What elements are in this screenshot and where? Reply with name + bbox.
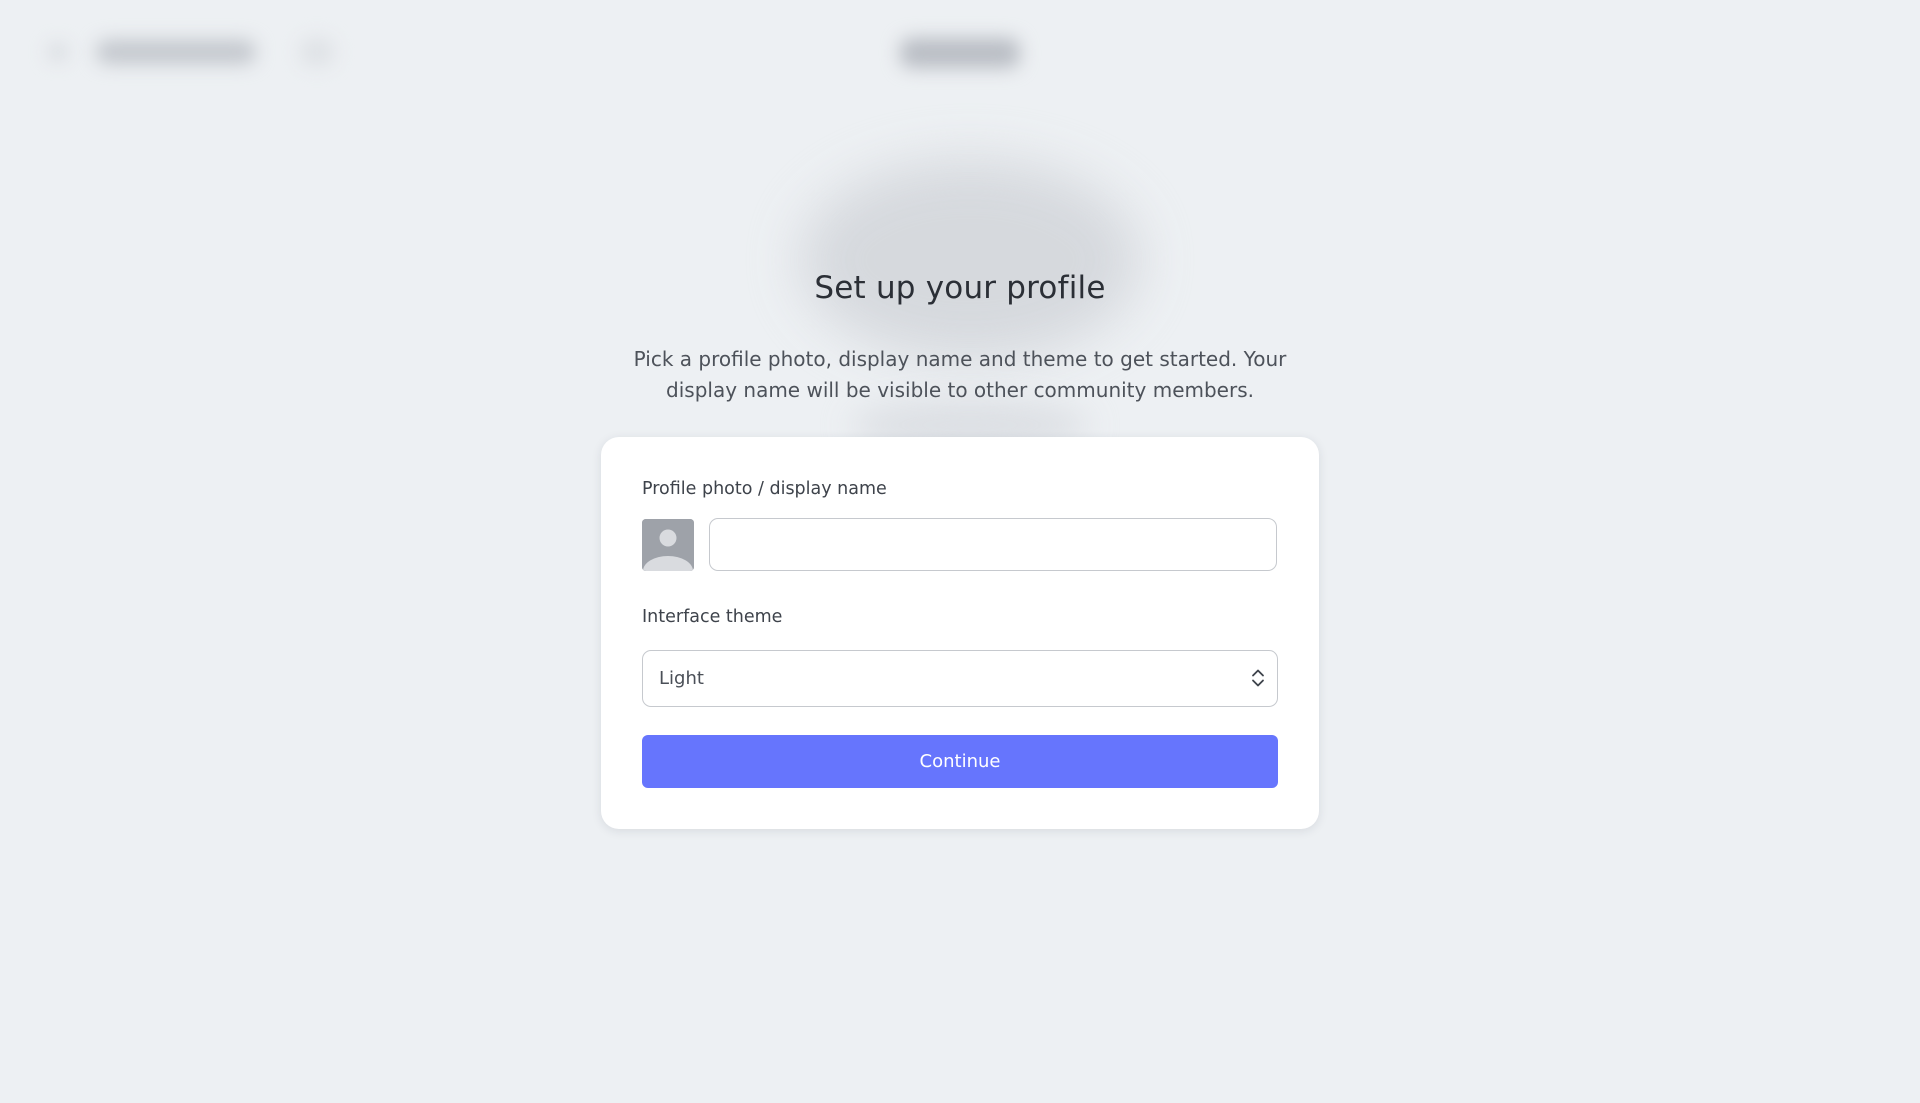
page-subtitle: Pick a profile photo, display name and t… bbox=[633, 347, 1287, 402]
display-name-input[interactable] bbox=[709, 518, 1277, 571]
top-bar-title bbox=[96, 40, 256, 64]
avatar-upload[interactable] bbox=[642, 519, 694, 571]
user-silhouette-icon bbox=[642, 519, 694, 571]
continue-button[interactable]: Continue bbox=[642, 735, 1278, 788]
top-bar bbox=[0, 0, 1920, 105]
up-down-chevron-icon bbox=[1252, 669, 1264, 687]
background-blur bbox=[800, 160, 1140, 360]
theme-select-value: Light bbox=[659, 668, 704, 689]
theme-field-label: Interface theme bbox=[642, 607, 783, 627]
logo bbox=[900, 38, 1020, 68]
profile-setup-card: Profile photo / display name Interface t… bbox=[601, 437, 1319, 829]
profile-field-label: Profile photo / display name bbox=[642, 479, 887, 499]
page-title: Set up your profile bbox=[814, 270, 1106, 306]
menu-icon[interactable] bbox=[300, 38, 334, 66]
theme-select[interactable]: Light bbox=[642, 650, 1278, 707]
back-icon[interactable] bbox=[48, 44, 68, 60]
